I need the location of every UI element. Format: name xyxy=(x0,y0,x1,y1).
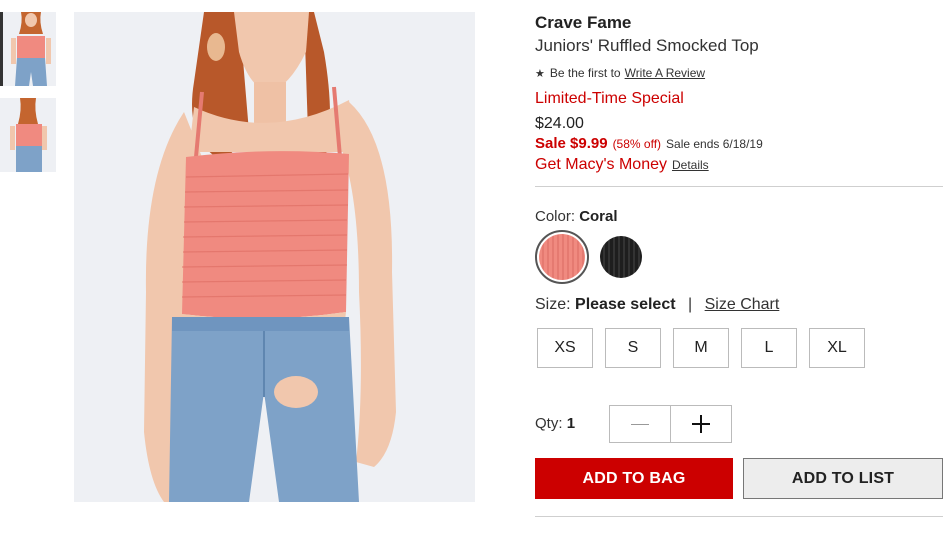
write-review-link[interactable]: Write A Review xyxy=(625,66,705,80)
quantity-stepper xyxy=(609,405,732,443)
product-brand[interactable]: Crave Fame xyxy=(535,13,631,33)
review-prompt: ★ Be the first to Write A Review xyxy=(535,66,705,80)
macys-money-label: Get Macy's Money xyxy=(535,156,667,173)
color-swatch-coral[interactable] xyxy=(535,230,589,284)
sale-price: Sale $9.99 xyxy=(535,135,608,152)
product-name: Juniors' Ruffled Smocked Top xyxy=(535,36,759,55)
divider xyxy=(535,516,943,517)
size-option-s[interactable]: S xyxy=(605,328,661,368)
star-icon: ★ xyxy=(535,67,545,80)
review-prefix: Be the first to xyxy=(549,66,621,80)
quantity-increment-button[interactable] xyxy=(671,406,731,442)
size-option-l[interactable]: L xyxy=(741,328,797,368)
quantity-label: Qty: 1 xyxy=(535,415,575,432)
add-to-list-button[interactable]: ADD TO LIST xyxy=(743,458,943,499)
divider xyxy=(535,186,943,187)
plus-icon xyxy=(692,415,710,433)
promo-label: Limited-Time Special xyxy=(535,90,684,107)
sale-end-date: Sale ends 6/18/19 xyxy=(666,137,763,151)
details-link[interactable]: Details xyxy=(672,158,709,172)
thumbnail-side[interactable] xyxy=(0,98,56,172)
size-separator: | xyxy=(688,296,693,313)
sale-price-row: Sale $9.99 (58% off) Sale ends 6/18/19 xyxy=(535,135,763,152)
color-label: Color: Coral xyxy=(535,208,618,225)
selected-size: Please select xyxy=(575,296,676,313)
discount-percent: (58% off) xyxy=(612,137,662,151)
product-main-image[interactable] xyxy=(74,12,475,502)
size-label-text: Size: xyxy=(535,296,571,313)
product-main-photo-icon xyxy=(74,12,475,502)
color-swatch-black[interactable] xyxy=(594,230,648,284)
product-thumbnail-front-icon xyxy=(3,12,56,86)
quantity-decrement-button[interactable] xyxy=(610,406,671,442)
size-label: Size: Please select | Size Chart xyxy=(535,296,779,314)
selected-color: Coral xyxy=(579,208,618,225)
size-option-xs[interactable]: XS xyxy=(537,328,593,368)
quantity-label-text: Qty: xyxy=(535,415,563,432)
product-thumbnail-side-icon xyxy=(0,98,56,172)
thumbnail-front[interactable] xyxy=(0,12,56,86)
black-swatch-icon xyxy=(600,236,642,278)
size-chart-link[interactable]: Size Chart xyxy=(705,296,780,313)
size-option-m[interactable]: M xyxy=(673,328,729,368)
original-price: $24.00 xyxy=(535,115,584,132)
quantity-value: 1 xyxy=(566,415,576,432)
macys-money-row: Get Macy's Money Details xyxy=(535,156,709,174)
color-label-text: Color: xyxy=(535,208,576,225)
minus-icon xyxy=(631,423,649,425)
size-option-xl[interactable]: XL xyxy=(809,328,865,368)
add-to-bag-button[interactable]: ADD TO BAG xyxy=(535,458,733,499)
coral-swatch-icon xyxy=(539,234,585,280)
